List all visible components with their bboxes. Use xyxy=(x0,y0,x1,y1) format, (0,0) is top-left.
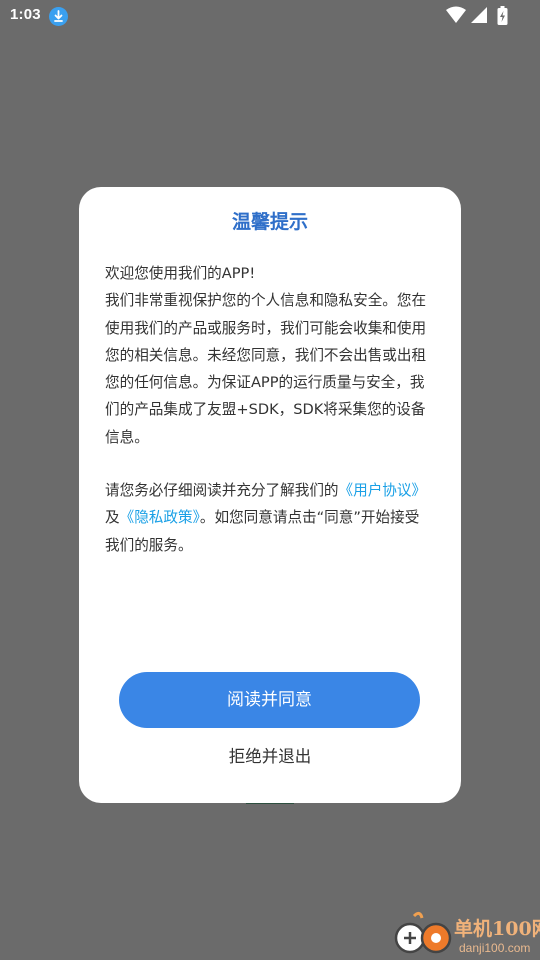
signal-icon xyxy=(471,7,487,23)
download-icon xyxy=(49,7,68,26)
dialog-body: 欢迎您使用我们的APP! 我们非常重视保护您的个人信息和隐私安全。您在使用我们的… xyxy=(105,260,431,559)
reject-exit-button[interactable]: 拒绝并退出 xyxy=(79,743,461,767)
screen: 1:03 温馨提示 欢迎您使用我们的APP! 我们非常重视保护您的个人信息和隐私… xyxy=(0,0,540,960)
watermark-name: 单机100网 xyxy=(454,918,540,940)
privacy-dialog: 温馨提示 欢迎您使用我们的APP! 我们非常重视保护您的个人信息和隐私安全。您在… xyxy=(79,187,461,803)
agreement-paragraph: 请您务必仔细阅读并充分了解我们的《用户协议》及《隐私政策》。如您同意请点击“同意… xyxy=(105,477,431,559)
status-time: 1:03 xyxy=(10,6,41,23)
dialog-title: 温馨提示 xyxy=(231,211,308,233)
agree-button[interactable]: 阅读并同意 xyxy=(119,672,420,728)
watermark-mascot-icon xyxy=(394,911,452,954)
battery-charging-icon xyxy=(497,6,508,25)
user-agreement-link[interactable]: 《用户协议》 xyxy=(339,482,427,499)
status-bar: 1:03 xyxy=(0,0,540,32)
agreement-prefix: 请您务必仔细阅读并充分了解我们的 xyxy=(105,482,339,500)
welcome-line: 欢迎您使用我们的APP! xyxy=(105,265,256,282)
wifi-icon xyxy=(446,6,466,23)
watermark-logo: 单机100网 danji100.com xyxy=(392,908,540,960)
privacy-policy-link[interactable]: 《隐私政策》 xyxy=(120,509,200,526)
privacy-paragraph: 我们非常重视保护您的个人信息和隐私安全。您在使用我们的产品或服务时，我们可能会收… xyxy=(105,292,427,446)
watermark-url: danji100.com xyxy=(459,941,531,955)
and-text: 及 xyxy=(105,509,120,527)
